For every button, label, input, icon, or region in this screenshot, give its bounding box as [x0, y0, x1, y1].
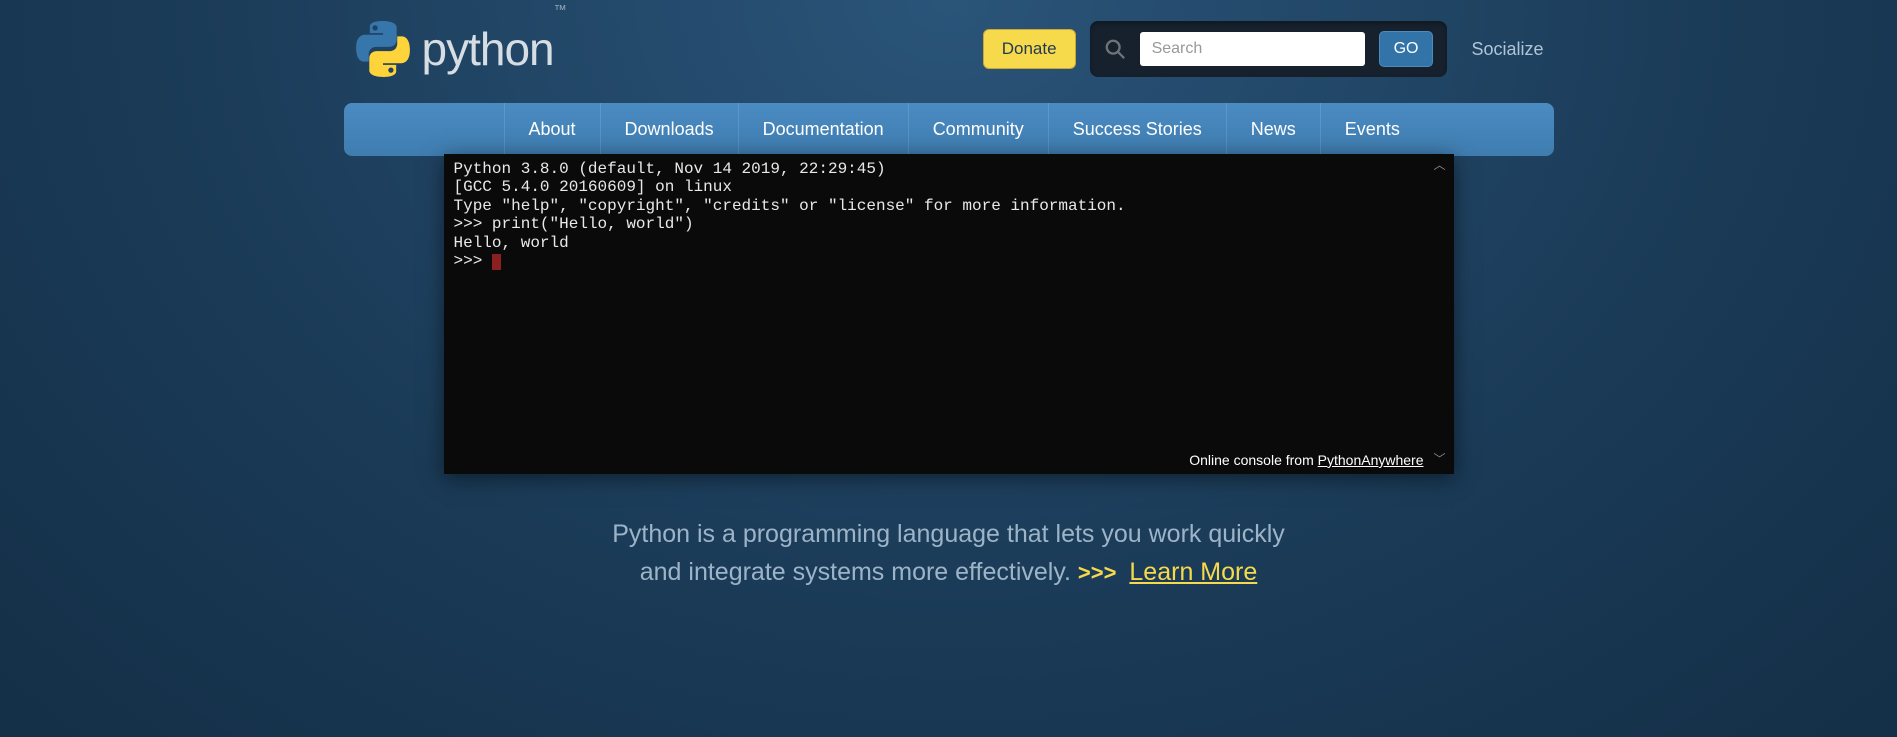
console-footer: Online console from PythonAnywhere [1189, 452, 1423, 468]
nav-events[interactable]: Events [1320, 103, 1554, 156]
python-logo-icon [354, 20, 412, 78]
main-nav: About Downloads Documentation Community … [344, 103, 1554, 156]
interactive-console[interactable]: ︿ Python 3.8.0 (default, Nov 14 2019, 22… [444, 154, 1454, 474]
scroll-up-icon: ︿ [1433, 160, 1445, 174]
console-line: Hello, world [454, 234, 1444, 252]
cursor-icon [492, 254, 501, 270]
console-line: Python 3.8.0 (default, Nov 14 2019, 22:2… [454, 160, 1444, 178]
logo[interactable]: python™ [354, 20, 566, 78]
pythonanywhere-link[interactable]: PythonAnywhere [1318, 452, 1424, 468]
donate-button[interactable]: Donate [983, 29, 1076, 69]
nav-news[interactable]: News [1226, 103, 1320, 156]
header: python™ Donate GO Socialize [344, 0, 1554, 93]
console-line: Type "help", "copyright", "credits" or "… [454, 197, 1444, 215]
nav-downloads[interactable]: Downloads [600, 103, 738, 156]
nav-community[interactable]: Community [908, 103, 1048, 156]
console-line: >>> print("Hello, world") [454, 215, 1444, 233]
console-line: [GCC 5.4.0 20160609] on linux [454, 178, 1444, 196]
nav-documentation[interactable]: Documentation [738, 103, 908, 156]
console-prompt[interactable]: >>> [454, 252, 1444, 270]
learn-more-link[interactable]: Learn More [1129, 558, 1257, 586]
search-wrap: GO [1090, 21, 1448, 77]
chevrons-icon: >>> [1078, 560, 1117, 585]
go-button[interactable]: GO [1379, 31, 1434, 67]
logo-text: python™ [422, 22, 566, 76]
tagline: Python is a programming language that le… [344, 516, 1554, 591]
socialize-link[interactable]: Socialize [1461, 39, 1553, 60]
scroll-down-icon: ﹀ [1433, 454, 1445, 468]
nav-success-stories[interactable]: Success Stories [1048, 103, 1226, 156]
search-input[interactable] [1140, 32, 1365, 66]
search-icon [1104, 38, 1126, 60]
nav-about[interactable]: About [504, 103, 600, 156]
